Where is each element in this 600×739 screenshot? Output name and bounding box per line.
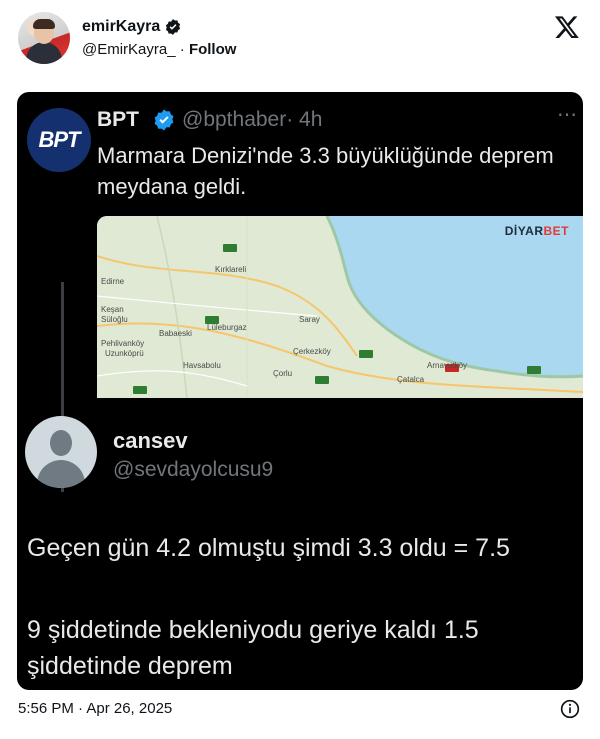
separator: · (179, 41, 185, 58)
map-label: Süloğlu (101, 315, 128, 324)
map-label: Keşan (101, 305, 124, 314)
avatar-placeholder-head (50, 430, 72, 456)
map-label: Arnavutköy (427, 361, 467, 370)
info-icon[interactable] (560, 699, 580, 719)
quoted-time: · 4h (286, 108, 323, 131)
map-label: Edirne (101, 277, 125, 286)
map-label: Saray (299, 315, 320, 324)
reply-text-line2: 9 şiddetinde bekleniyodu geriye kaldı 1.… (27, 616, 479, 680)
map-label: Lüleburgaz (207, 323, 247, 332)
follow-button[interactable]: Follow (189, 41, 237, 58)
map-label: Çerkezköy (293, 347, 331, 356)
verified-badge-icon (164, 18, 182, 36)
author-handle[interactable]: @EmirKayra_ (82, 41, 176, 58)
author-avatar[interactable] (18, 12, 70, 64)
quoted-text: Marmara Denizi'nde 3.3 büyüklüğünde depr… (97, 143, 554, 199)
map-image: Kırklareli Edirne Babaeski Lüleburgaz Uzunkö… (97, 216, 583, 398)
quoted-meta: @bpthaber· 4h (182, 108, 322, 132)
embedded-screenshot[interactable]: BPT BPT @bpthaber· 4h ⋯ Marmara Denizi'n… (17, 92, 583, 690)
quoted-handle: @bpthaber (182, 108, 287, 131)
reply-handle: @sevdayolcusu9 (113, 458, 274, 481)
map-label: Kırklareli (215, 265, 246, 274)
avatar-suit (26, 42, 62, 64)
map-label: Çatalca (397, 375, 425, 384)
avatar-hair (33, 19, 55, 29)
quoted-name: BPT (97, 108, 139, 131)
handle-row: @EmirKayra_ · Follow (82, 41, 236, 58)
x-logo-icon[interactable] (554, 14, 580, 40)
map-graphic: Kırklareli Edirne Babaeski Lüleburgaz Uzunkö… (97, 216, 583, 398)
more-icon: ⋯ (557, 104, 577, 126)
map-label: Pehlivanköy (101, 339, 144, 348)
avatar-placeholder-body (37, 460, 85, 488)
quoted-verified-icon (152, 108, 176, 132)
author-name[interactable]: emirKayra (82, 18, 160, 36)
map-label: Babaeski (159, 329, 192, 338)
map-brand-red: BET (543, 224, 569, 238)
map-label: Uzunköprü (105, 349, 144, 358)
map-brand-dark: DİYAR (504, 224, 544, 238)
bpt-avatar-text: BPT (38, 127, 81, 152)
map-label: Çorlu (273, 369, 292, 378)
map-brand: DİYARBET (505, 224, 569, 238)
reply-text-line1: Geçen gün 4.2 olmuştu şimdi 3.3 oldu = 7… (27, 534, 510, 562)
map-label: Havsabolu (183, 361, 221, 370)
reply-name: cansev (113, 428, 188, 453)
post-header: emirKayra @EmirKayra_ · Follow (18, 12, 588, 68)
post-timestamp[interactable]: 5:56 PM · Apr 26, 2025 (18, 700, 172, 717)
reply-avatar (25, 416, 97, 488)
bpt-avatar: BPT (27, 108, 91, 172)
